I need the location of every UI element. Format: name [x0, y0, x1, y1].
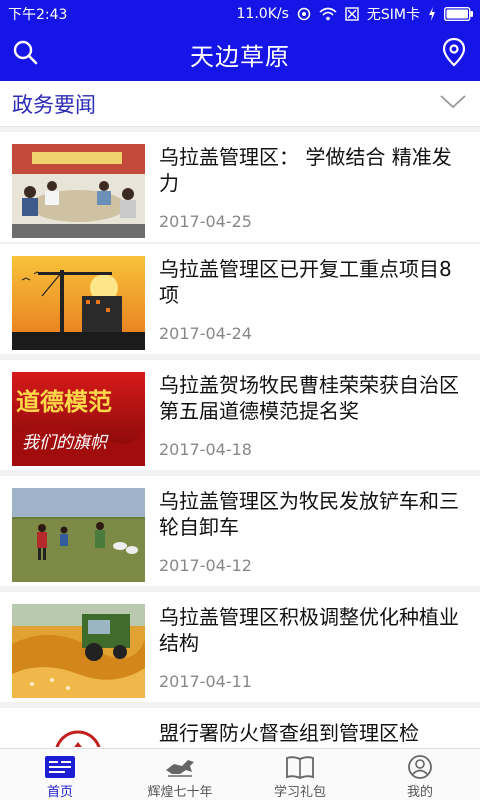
status-bar: 下午2:43 11.0K/s 无SIM卡 — [0, 0, 480, 25]
thumb-text-moral: 道德模范 — [16, 387, 112, 416]
news-list[interactable]: 乌拉盖管理区： 学做结合 精准发力 2017-04-25 乌拉盖管理区已开复工重… — [0, 127, 480, 747]
tab-study-pack[interactable]: 学习礼包 — [240, 749, 360, 800]
section-header[interactable]: 政务要闻 — [0, 81, 480, 127]
news-date: 2017-04-11 — [159, 672, 252, 691]
news-item[interactable]: 乌拉盖管理区： 学做结合 精准发力 2017-04-25 — [0, 132, 480, 242]
bottom-tab-bar: 首页 辉煌七十年 学习礼包 我的 — [0, 748, 480, 800]
app-bar: 天边草原 — [0, 25, 480, 81]
news-date: 2017-04-18 — [159, 440, 252, 459]
data-saver-icon — [297, 7, 311, 21]
tab-label: 首页 — [46, 785, 73, 800]
news-item[interactable]: 乌拉盖管理区已开复工重点项目8项 2017-04-24 — [0, 244, 480, 354]
news-date: 2017-04-12 — [159, 556, 252, 575]
location-pin-icon[interactable] — [440, 37, 468, 67]
tab-label: 我的 — [406, 785, 433, 800]
news-thumbnail — [12, 488, 145, 582]
news-icon — [45, 756, 75, 778]
user-icon — [408, 755, 432, 779]
horse-icon — [166, 760, 194, 777]
battery-icon — [444, 7, 473, 21]
news-thumbnail — [12, 144, 145, 238]
book-icon — [286, 756, 314, 779]
charging-icon — [429, 7, 435, 21]
news-item[interactable]: 乌拉盖管理区积极调整优化种植业结构 2017-04-11 — [0, 592, 480, 702]
tab-glory-seventy[interactable]: 辉煌七十年 — [120, 749, 240, 800]
chevron-down-icon[interactable] — [440, 93, 466, 111]
news-thumbnail — [12, 256, 145, 350]
news-item[interactable]: 道德模范 我们的旗帜 乌拉盖贺场牧民曹桂荣荣获自治区第五届道德模范提名奖 201… — [0, 360, 480, 470]
news-thumbnail — [12, 604, 145, 698]
tab-label: 学习礼包 — [273, 785, 326, 800]
news-title: 乌拉盖管理区积极调整优化种植业结构 — [159, 605, 459, 655]
news-date: 2017-04-25 — [159, 212, 252, 231]
thumb-text-flag: 我们的旗帜 — [22, 433, 109, 453]
app-title: 天边草原 — [190, 43, 290, 71]
news-title: 乌拉盖管理区已开复工重点项目8项 — [159, 257, 452, 307]
news-title: 乌拉盖贺场牧民曹桂荣荣获自治区第五届道德模范提名奖 — [159, 373, 459, 423]
status-time: 下午2:43 — [8, 7, 68, 23]
tab-mine[interactable]: 我的 — [360, 749, 480, 800]
news-thumbnail — [12, 720, 145, 747]
news-item[interactable]: 盟行署防火督查组到管理区检 — [0, 708, 480, 747]
wifi-icon — [319, 7, 337, 21]
status-indicators: 11.0K/s 无SIM卡 — [237, 4, 474, 24]
news-item[interactable]: 乌拉盖管理区为牧民发放铲车和三轮自卸车 2017-04-12 — [0, 476, 480, 586]
section-title: 政务要闻 — [12, 93, 96, 117]
net-speed: 11.0K/s — [236, 6, 289, 22]
news-thumbnail: 道德模范 我们的旗帜 — [12, 372, 145, 466]
no-sim-icon — [345, 7, 359, 21]
news-title: 盟行署防火督查组到管理区检 — [159, 721, 419, 745]
tab-label: 辉煌七十年 — [147, 785, 213, 800]
news-title: 乌拉盖管理区： 学做结合 精准发力 — [159, 145, 452, 195]
news-date: 2017-04-24 — [159, 324, 252, 343]
sim-status: 无SIM卡 — [366, 7, 420, 23]
tab-home[interactable]: 首页 — [0, 749, 120, 800]
news-title: 乌拉盖管理区为牧民发放铲车和三轮自卸车 — [159, 489, 459, 539]
